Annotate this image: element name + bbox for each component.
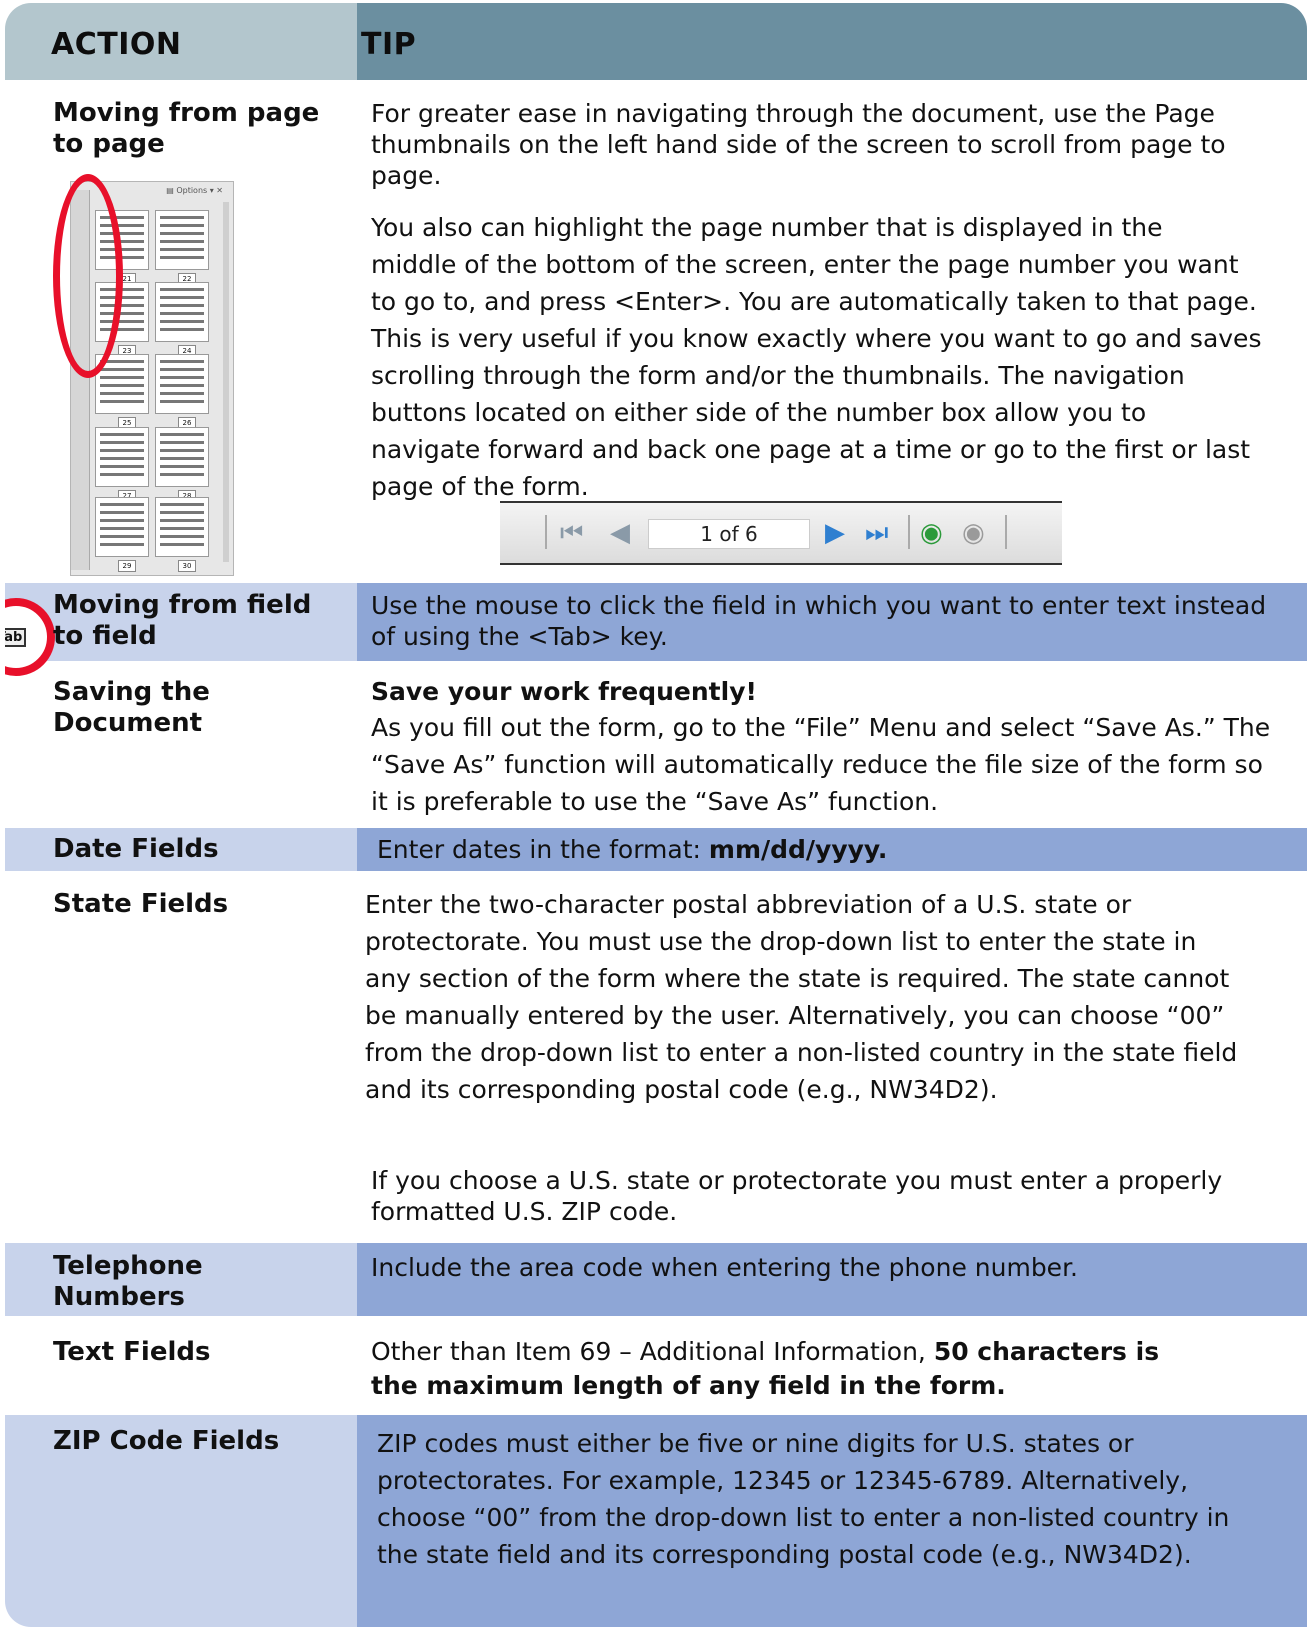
tip-line: Use the mouse to click the field in whic…	[371, 591, 1267, 620]
action-line: Moving from field	[53, 590, 312, 620]
tip-line: to go to, and press <Enter>. You are aut…	[371, 287, 1257, 316]
tip-line: be manually entered by the user. Alterna…	[365, 1001, 1225, 1030]
panel-options-label: ▤ Options ▾ ✕	[166, 186, 223, 195]
tip-text: Other than Item 69 – Additional Informat…	[371, 1337, 934, 1366]
tip-line: page of the form.	[371, 472, 589, 501]
action-zip-code-fields: ZIP Code Fields	[53, 1426, 280, 1456]
header-tip-label: TIP	[361, 27, 417, 62]
tip-telephone-numbers: Include the area code when entering the …	[371, 1253, 1078, 1282]
action-line: Numbers	[53, 1282, 185, 1312]
tip-page-to-page-p1: For greater ease in navigating through t…	[371, 98, 1226, 191]
action-state-fields: State Fields	[53, 889, 229, 919]
tab-key-label: Tab	[5, 628, 27, 647]
action-field-to-field: Moving from field to field	[53, 590, 311, 652]
tip-line: If you choose a U.S. state or protectora…	[371, 1166, 1223, 1195]
tip-line: any section of the form where the state …	[365, 964, 1230, 993]
next-page-icon[interactable]: ▶	[825, 503, 845, 563]
tip-line: “Save As” function will automatically re…	[371, 750, 1263, 779]
action-line: Saving the	[53, 677, 210, 707]
tip-date-fields: Enter dates in the format: mm/dd/yyyy.	[377, 831, 887, 868]
tip-text: Enter dates in the format:	[377, 835, 709, 864]
action-date-fields: Date Fields	[53, 834, 219, 864]
tip-field-to-field: Use the mouse to click the field in whic…	[371, 590, 1266, 652]
page-number-field[interactable]: 1 of 6	[648, 519, 810, 549]
tip-line: protectorate. You must use the drop-down…	[365, 927, 1197, 956]
page-thumbnail: 28	[155, 427, 209, 502]
tip-line: protectorates. For example, 12345 or 123…	[377, 1466, 1189, 1495]
action-line: Telephone	[53, 1251, 203, 1281]
forward-view-icon[interactable]: ◉	[962, 503, 985, 563]
options-text: Options	[176, 186, 208, 195]
tip-line: formatted U.S. ZIP code.	[371, 1197, 678, 1226]
tip-state-fields-p1: Enter the two-character postal abbreviat…	[365, 886, 1237, 1108]
prev-page-icon[interactable]: ◀	[610, 503, 630, 563]
tip-line: of using the <Tab> key.	[371, 622, 668, 651]
action-line: Document	[53, 708, 203, 738]
first-page-icon[interactable]: ⏮	[560, 503, 583, 563]
action-telephone-numbers: Telephone Numbers	[53, 1251, 203, 1313]
tip-line: from the drop-down list to enter a non-l…	[365, 1038, 1238, 1067]
page-thumbnail: 26	[155, 354, 209, 429]
page-navigation-toolbar: ⏮ ◀ 1 of 6 ▶ ⏭ ◉ ◉	[500, 501, 1062, 565]
tip-bold-text: the maximum length of any field in the f…	[371, 1371, 1006, 1400]
action-line: to field	[53, 621, 157, 651]
tip-line: For greater ease in navigating through t…	[371, 99, 1215, 128]
tip-line: Enter the two-character postal abbreviat…	[365, 890, 1132, 919]
action-saving-document: Saving the Document	[53, 677, 210, 739]
tip-line: middle of the bottom of the screen, ente…	[371, 250, 1239, 279]
highlight-oval	[53, 174, 123, 378]
tip-line: the state field and its corresponding po…	[377, 1540, 1192, 1569]
tip-line: it is preferable to use the “Save As” fu…	[371, 787, 939, 816]
tip-line: scrolling through the form and/or the th…	[371, 361, 1185, 390]
action-page-to-page: Moving from page to page	[53, 98, 319, 160]
tip-saving-heading: Save your work frequently!	[371, 677, 757, 706]
page-thumbnail: 29	[95, 497, 149, 572]
header-action-label: ACTION	[51, 27, 182, 62]
tip-line: page.	[371, 161, 442, 190]
tip-line: navigate forward and back one page at a …	[371, 435, 1251, 464]
tip-line: buttons located on either side of the nu…	[371, 398, 1147, 427]
action-line: to page	[53, 129, 165, 159]
page-thumbnail: 22	[155, 210, 209, 285]
tip-saving-document: As you fill out the form, go to the “Fil…	[371, 709, 1270, 820]
last-page-icon[interactable]: ⏭	[865, 503, 888, 563]
tip-line: You also can highlight the page number t…	[371, 213, 1163, 242]
back-view-icon[interactable]: ◉	[920, 503, 943, 563]
header-tip-cell	[357, 3, 1307, 80]
page-thumbnail: 27	[95, 427, 149, 502]
action-line: Moving from page	[53, 98, 320, 128]
date-format-text: mm/dd/yyyy.	[708, 835, 888, 864]
tip-line: As you fill out the form, go to the “Fil…	[371, 713, 1271, 742]
panel-scrollbar	[223, 202, 229, 562]
tip-line: and its corresponding postal code (e.g.,…	[365, 1075, 998, 1104]
tip-line: This is very useful if you know exactly …	[371, 324, 1262, 353]
tip-zip-code-fields: ZIP codes must either be five or nine di…	[377, 1425, 1229, 1573]
tip-text-fields: Other than Item 69 – Additional Informat…	[371, 1335, 1159, 1403]
page-thumbnail: 30	[155, 497, 209, 572]
tip-line: choose “00” from the drop-down list to e…	[377, 1503, 1230, 1532]
tip-state-fields-p2: If you choose a U.S. state or protectora…	[371, 1165, 1222, 1227]
tip-bold-text: 50 characters is	[933, 1337, 1160, 1366]
action-text-fields: Text Fields	[53, 1337, 211, 1367]
tips-table: ACTION TIP Moving from page to page ▤ Op…	[5, 3, 1307, 1627]
tip-page-to-page-p2: You also can highlight the page number t…	[371, 209, 1261, 505]
page-thumbnail: 24	[155, 282, 209, 357]
tip-line: thumbnails on the left hand side of the …	[371, 130, 1226, 159]
tip-line: ZIP codes must either be five or nine di…	[377, 1429, 1134, 1458]
